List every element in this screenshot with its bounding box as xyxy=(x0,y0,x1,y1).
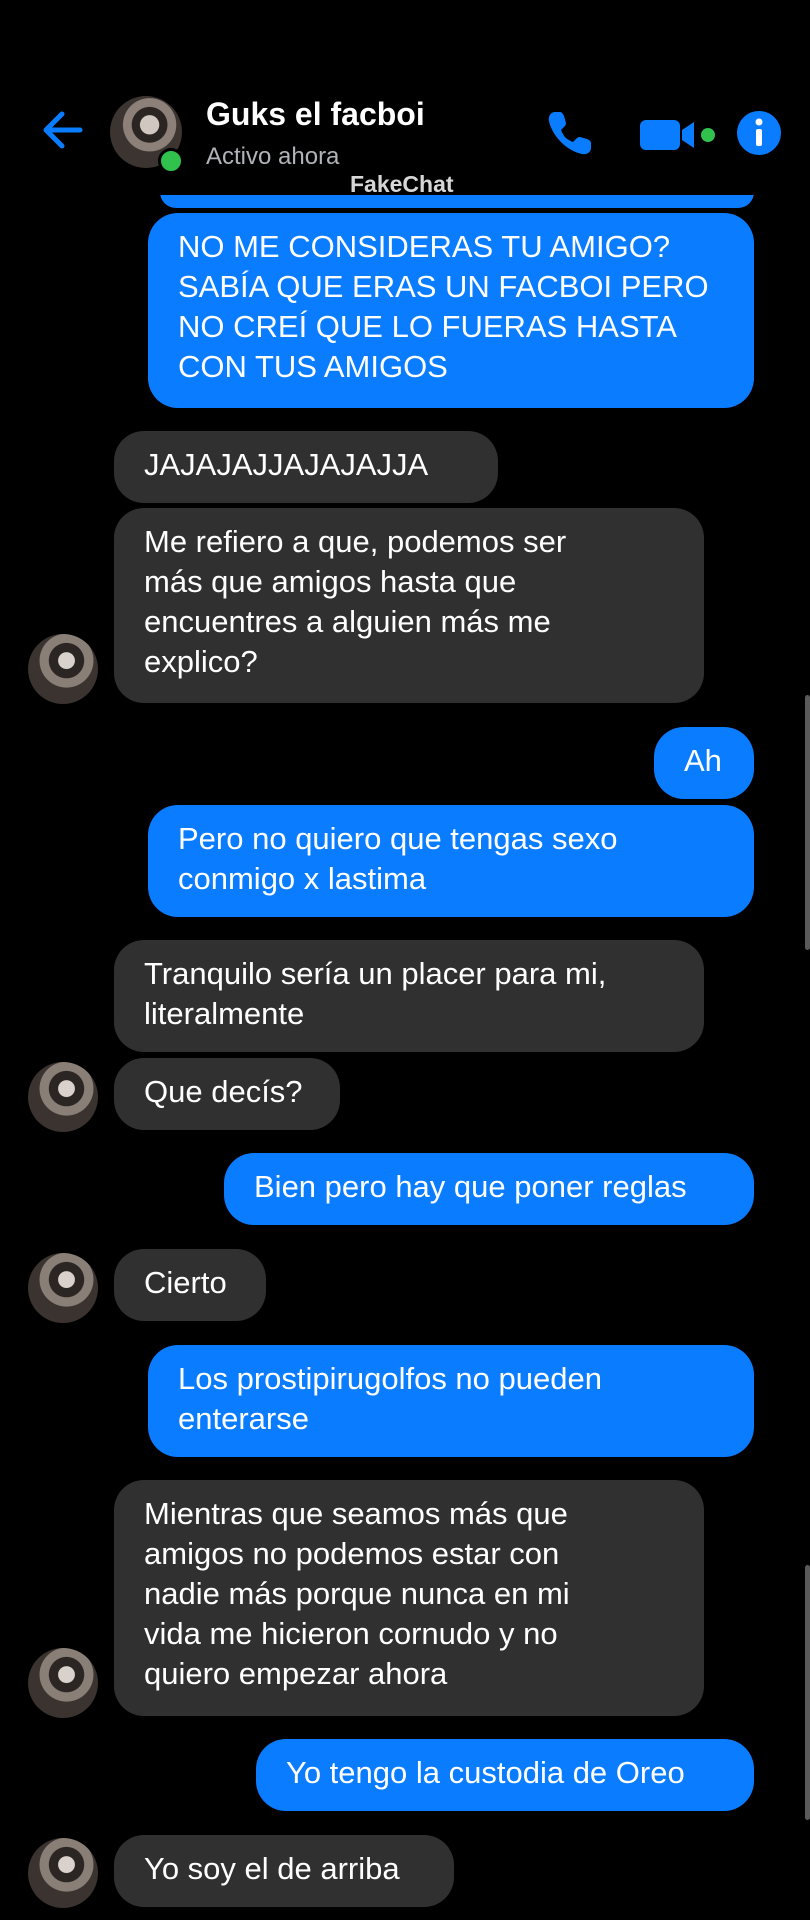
online-status-icon xyxy=(158,148,184,174)
message-bubble-received[interactable]: JAJAJAJJAJAJAJJA xyxy=(114,431,498,503)
contact-avatar-small xyxy=(28,634,98,704)
contact-name[interactable]: Guks el facboi xyxy=(206,96,425,133)
scrollbar[interactable] xyxy=(805,695,810,950)
message-bubble-sent[interactable]: Yo tengo la custodia de Oreo xyxy=(256,1739,754,1811)
contact-avatar-small xyxy=(28,1838,98,1908)
message-bubble-sent[interactable]: Bien pero hay que poner reglas xyxy=(224,1153,754,1225)
message-bubble-sent[interactable]: Ah xyxy=(654,727,754,799)
watermark: FakeChat xyxy=(350,171,454,197)
message-bubble-sent[interactable]: NO ME CONSIDERAS TU AMIGO? SABÍA QUE ERA… xyxy=(148,213,754,408)
video-camera-icon[interactable] xyxy=(638,112,718,158)
contact-avatar-small xyxy=(28,1648,98,1718)
back-arrow-icon[interactable] xyxy=(40,108,84,152)
message-bubble-sent[interactable]: Pero no quiero que tengas sexo conmigo x… xyxy=(148,805,754,917)
chat-header: Guks el facboi Activo ahora FakeChat xyxy=(0,0,810,197)
contact-avatar-small xyxy=(28,1253,98,1323)
scrollbar[interactable] xyxy=(805,1565,810,1820)
phone-icon[interactable] xyxy=(545,108,595,158)
message-bubble-received[interactable]: Que decís? xyxy=(114,1058,340,1130)
message-bubble-received[interactable]: Me refiero a que, podemos ser más que am… xyxy=(114,508,704,703)
message-bubble-received[interactable]: Mientras que seamos más que amigos no po… xyxy=(114,1480,704,1716)
message-bubble-received[interactable]: Tranquilo sería un placer para mi, liter… xyxy=(114,940,704,1052)
contact-avatar-small xyxy=(28,1062,98,1132)
info-icon[interactable] xyxy=(736,110,782,156)
message-bubble-received[interactable]: Yo soy el de arriba xyxy=(114,1835,454,1907)
message-bubble-received[interactable]: Cierto xyxy=(114,1249,266,1321)
contact-status: Activo ahora xyxy=(206,143,340,170)
message-bubble-sent[interactable]: Los prostipirugolfos no pueden enterarse xyxy=(148,1345,754,1457)
